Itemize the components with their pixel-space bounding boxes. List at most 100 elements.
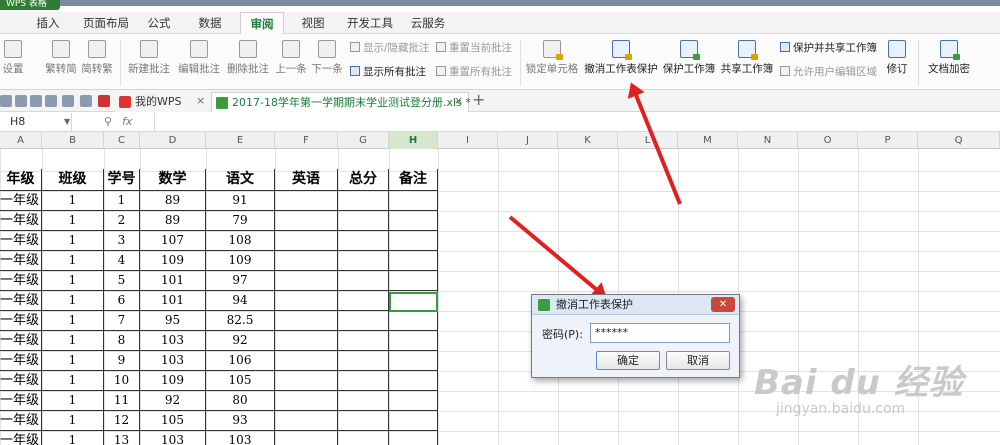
prev-comment-button[interactable]: 上一条 <box>274 40 308 76</box>
format-painter-icon[interactable] <box>45 95 57 107</box>
table-cell[interactable] <box>338 191 389 211</box>
show-all-comments-button[interactable]: 显示所有批注 <box>350 64 426 79</box>
table-header-cell[interactable]: 备注 <box>389 169 438 191</box>
delete-comment-button[interactable]: 删除批注 <box>224 40 272 76</box>
table-cell[interactable]: 97 <box>206 271 275 291</box>
table-cell[interactable]: 3 <box>104 231 140 251</box>
table-cell[interactable]: 103 <box>206 431 275 445</box>
column-header[interactable]: P <box>858 132 918 149</box>
column-header[interactable]: D <box>140 132 206 149</box>
table-cell[interactable] <box>338 231 389 251</box>
table-cell[interactable]: 1 <box>42 411 104 431</box>
new-tab-icon[interactable]: + <box>472 90 485 109</box>
tab-insert[interactable]: 插入 <box>28 12 68 34</box>
table-cell[interactable]: 109 <box>140 251 206 271</box>
table-cell[interactable]: 5 <box>104 271 140 291</box>
table-cell[interactable] <box>389 231 438 251</box>
column-header[interactable]: Q <box>918 132 1000 149</box>
table-cell[interactable]: 1 <box>42 251 104 271</box>
simp-to-trad-button[interactable]: 简转繁 <box>80 40 114 76</box>
table-cell[interactable]: 80 <box>206 391 275 411</box>
table-cell[interactable]: 一年级 <box>0 251 42 271</box>
open-icon[interactable] <box>0 95 12 107</box>
lock-cell-button[interactable]: 锁定单元格 <box>524 40 580 76</box>
table-cell[interactable]: 103 <box>140 351 206 371</box>
column-header[interactable]: I <box>438 132 498 149</box>
table-cell[interactable]: 103 <box>140 331 206 351</box>
protect-workbook-button[interactable]: 保护工作簿 <box>662 40 716 76</box>
table-cell[interactable]: 91 <box>206 191 275 211</box>
table-cell[interactable] <box>389 191 438 211</box>
tab-current-workbook[interactable]: 2017-18学年第一学期期末学业测试登分册.xls * <box>211 92 471 112</box>
column-header[interactable]: L <box>618 132 678 149</box>
table-cell[interactable] <box>338 271 389 291</box>
table-header-cell[interactable]: 语文 <box>206 169 275 191</box>
table-cell[interactable] <box>338 411 389 431</box>
table-cell[interactable] <box>275 411 338 431</box>
table-cell[interactable]: 1 <box>42 431 104 445</box>
table-header-cell[interactable]: 年级 <box>0 169 42 191</box>
share-workbook-button[interactable]: 共享工作簿 <box>720 40 774 76</box>
close-tab-icon[interactable]: × <box>196 94 205 107</box>
table-cell[interactable]: 108 <box>206 231 275 251</box>
table-header-cell[interactable]: 数学 <box>140 169 206 191</box>
table-cell[interactable]: 一年级 <box>0 271 42 291</box>
table-cell[interactable]: 1 <box>42 331 104 351</box>
reset-all-comments-button[interactable]: 重置所有批注 <box>436 64 512 79</box>
print-preview-icon[interactable] <box>15 95 27 107</box>
table-cell[interactable]: 一年级 <box>0 291 42 311</box>
close-tab-icon[interactable]: × <box>454 94 463 107</box>
table-cell[interactable]: 12 <box>104 411 140 431</box>
ok-button[interactable]: 确定 <box>596 351 660 370</box>
table-cell[interactable]: 107 <box>140 231 206 251</box>
table-cell[interactable]: 7 <box>104 311 140 331</box>
column-header[interactable]: J <box>498 132 558 149</box>
table-cell[interactable] <box>389 371 438 391</box>
table-cell[interactable] <box>389 351 438 371</box>
redo-icon[interactable] <box>80 95 92 107</box>
column-header[interactable]: A <box>0 132 42 149</box>
formula-input[interactable] <box>154 113 1000 131</box>
cancel-button[interactable]: 取消 <box>666 351 730 370</box>
table-cell[interactable]: 一年级 <box>0 431 42 445</box>
table-cell[interactable]: 一年级 <box>0 311 42 331</box>
selected-cell-h8[interactable] <box>389 292 438 312</box>
app-menu-button[interactable]: WPS 表格 <box>0 0 60 10</box>
table-cell[interactable]: 1 <box>42 371 104 391</box>
table-cell[interactable]: 1 <box>42 311 104 331</box>
table-cell[interactable]: 一年级 <box>0 371 42 391</box>
tab-cloud[interactable]: 云服务 <box>405 12 451 34</box>
table-cell[interactable]: 1 <box>42 271 104 291</box>
table-cell[interactable]: 9 <box>104 351 140 371</box>
table-cell[interactable] <box>275 211 338 231</box>
table-cell[interactable]: 一年级 <box>0 391 42 411</box>
table-cell[interactable] <box>389 211 438 231</box>
allow-edit-ranges-button[interactable]: 允许用户编辑区域 <box>780 64 877 79</box>
table-cell[interactable]: 106 <box>206 351 275 371</box>
tab-data[interactable]: 数据 <box>192 12 228 34</box>
password-field[interactable]: ****** <box>590 323 730 343</box>
table-cell[interactable]: 79 <box>206 211 275 231</box>
table-cell[interactable]: 101 <box>140 271 206 291</box>
column-header[interactable]: N <box>738 132 798 149</box>
column-header[interactable]: K <box>558 132 618 149</box>
table-cell[interactable]: 一年级 <box>0 211 42 231</box>
table-cell[interactable]: 95 <box>140 311 206 331</box>
table-cell[interactable] <box>275 251 338 271</box>
close-icon[interactable]: ✕ <box>711 297 735 312</box>
table-cell[interactable] <box>275 191 338 211</box>
table-cell[interactable] <box>389 431 438 445</box>
track-changes-button[interactable]: 修订 <box>880 40 914 76</box>
table-cell[interactable]: 1 <box>42 291 104 311</box>
table-cell[interactable]: 93 <box>206 411 275 431</box>
table-cell[interactable] <box>389 331 438 351</box>
table-cell[interactable] <box>275 231 338 251</box>
next-comment-button[interactable]: 下一条 <box>310 40 344 76</box>
table-cell[interactable] <box>275 371 338 391</box>
table-header-cell[interactable]: 学号 <box>104 169 140 191</box>
table-cell[interactable] <box>338 291 389 311</box>
table-header-cell[interactable]: 总分 <box>338 169 389 191</box>
spell-check-button[interactable]: 设置 <box>0 40 26 76</box>
undo-icon[interactable] <box>62 95 74 107</box>
tab-view[interactable]: 视图 <box>295 12 331 34</box>
